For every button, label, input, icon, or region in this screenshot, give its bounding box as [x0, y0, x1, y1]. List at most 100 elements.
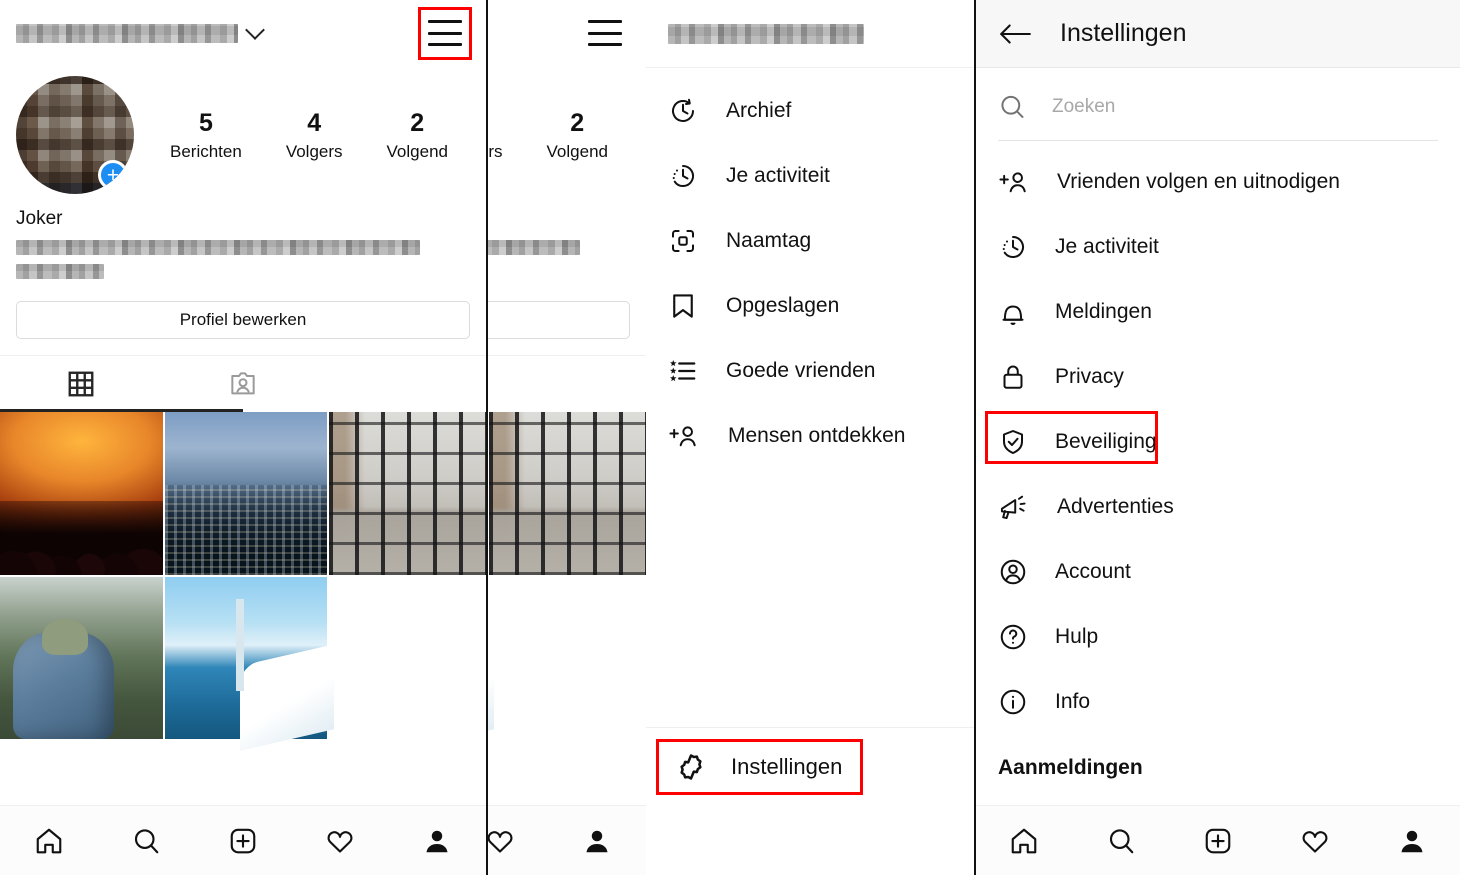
menu-item-opgeslagen[interactable]: Opgeslagen	[646, 273, 974, 338]
stat-followers[interactable]: 4 Volgers	[286, 108, 343, 161]
menu-list: Archief Je activiteit Naamtag Opgeslagen…	[646, 68, 974, 468]
bio-line-redacted	[16, 240, 420, 255]
settings-item-beveiliging[interactable]: Beveiliging	[976, 409, 1460, 474]
profile-body-partial: + 5 Berichten 4 Volgers 2 Vol	[488, 66, 646, 339]
stat-posts-value: 5	[198, 109, 213, 138]
home-icon[interactable]	[32, 824, 66, 858]
profile-display-name: Joker	[488, 208, 630, 230]
close-friends-list-icon	[668, 356, 698, 386]
stat-followers-label: Volgers	[488, 141, 503, 161]
profile-person-icon[interactable]	[420, 824, 454, 858]
menu-item-mensen-ontdekken[interactable]: Mensen ontdekken	[646, 403, 974, 468]
nametag-icon	[668, 226, 698, 256]
settings-button[interactable]: Instellingen	[656, 738, 864, 795]
settings-item-label: Info	[1055, 689, 1091, 713]
heart-icon[interactable]	[323, 824, 357, 858]
grid-photo-office[interactable]	[489, 412, 646, 575]
tab-tagged[interactable]	[162, 356, 324, 412]
bottom-navigation-bar	[0, 805, 486, 875]
stat-following-value: 2	[570, 109, 585, 138]
settings-item-label: Je activiteit	[1055, 234, 1159, 258]
grid-photo-sailing[interactable]	[164, 576, 328, 740]
hamburger-menu-button[interactable]	[418, 6, 472, 60]
profile-summary-row: + 5 Berichten 4 Volgers 2 Volgend	[16, 66, 470, 194]
menu-item-naamtag[interactable]: Naamtag	[646, 208, 974, 273]
settings-search-row[interactable]: Zoeken	[976, 74, 1460, 140]
back-arrow-icon[interactable]	[998, 21, 1032, 47]
gear-icon	[675, 751, 707, 783]
add-post-icon[interactable]	[226, 824, 260, 858]
profile-summary-row-partial: + 5 Berichten 4 Volgers 2 Vol	[488, 66, 630, 194]
username-redacted	[16, 23, 238, 43]
stat-posts-label: Berichten	[170, 141, 242, 161]
menu-item-label: Naamtag	[726, 228, 812, 252]
instagram-profile-panel: + 5 Berichten 4 Volgers 2 Volgend Joker …	[0, 0, 486, 875]
bio-line-redacted	[488, 240, 580, 255]
discover-people-icon	[668, 421, 700, 451]
settings-item-vrienden-volgen[interactable]: Vrienden volgen en uitnodigen	[976, 149, 1460, 214]
home-icon[interactable]	[1007, 824, 1041, 858]
stat-followers-label: Volgers	[285, 141, 343, 161]
edit-profile-button-partial[interactable]: Profiel bewerken	[488, 301, 630, 339]
search-icon	[998, 93, 1026, 121]
settings-item-label: Advertenties	[1057, 494, 1174, 518]
grid-photo-city[interactable]	[164, 412, 328, 575]
menu-header-username-redacted	[668, 23, 864, 44]
heart-icon[interactable]	[1298, 824, 1332, 858]
search-icon[interactable]	[1104, 824, 1138, 858]
settings-section-aanmeldingen: Aanmeldingen	[998, 756, 1143, 779]
heart-icon[interactable]	[488, 824, 517, 858]
avatar[interactable]: +	[16, 76, 134, 194]
stat-following-label: Volgend	[546, 141, 608, 161]
search-icon[interactable]	[129, 824, 163, 858]
profile-display-name: Joker	[16, 208, 63, 229]
hamburger-icon	[428, 20, 462, 46]
settings-item-label: Privacy	[1055, 364, 1124, 388]
settings-item-info[interactable]: Info	[976, 669, 1460, 734]
grid-icon	[66, 369, 96, 399]
menu-item-archief[interactable]: Archief	[646, 78, 974, 143]
bookmark-icon	[668, 291, 698, 321]
photo-grid-partial	[488, 412, 646, 739]
activity-clock-icon	[998, 232, 1028, 262]
username-dropdown[interactable]	[16, 19, 265, 43]
edit-profile-button[interactable]: Profiel bewerken	[16, 301, 470, 339]
screenshot-stage: + 5 Berichten 4 Volgers 2 Volgend Joker …	[0, 0, 1460, 875]
settings-item-advertenties[interactable]: Advertenties	[976, 474, 1460, 539]
bottom-navigation-bar-partial	[488, 805, 646, 875]
menu-item-goede-vrienden[interactable]: Goede vrienden	[646, 338, 974, 403]
grid-photo-hiker[interactable]	[0, 576, 163, 740]
question-circle-icon	[998, 622, 1028, 652]
menu-item-je-activiteit[interactable]: Je activiteit	[646, 143, 974, 208]
profile-person-icon[interactable]	[580, 824, 614, 858]
stat-following-partial[interactable]: 2 Volgend	[547, 108, 608, 161]
add-story-badge-icon[interactable]: +	[98, 160, 128, 190]
shield-check-icon	[998, 427, 1028, 457]
stat-following[interactable]: 2 Volgend	[387, 108, 448, 161]
account-circle-icon	[998, 557, 1028, 587]
settings-item-je-activiteit[interactable]: Je activiteit	[976, 214, 1460, 279]
stat-following-label: Volgend	[386, 141, 448, 161]
add-post-icon[interactable]	[1201, 824, 1235, 858]
settings-item-privacy[interactable]: Privacy	[976, 344, 1460, 409]
grid-photo-office[interactable]	[329, 412, 486, 575]
profile-person-icon[interactable]	[1395, 824, 1429, 858]
settings-item-account[interactable]: Account	[976, 539, 1460, 604]
stat-posts[interactable]: 5 Berichten	[170, 108, 242, 161]
profile-tabs-partial	[488, 355, 646, 412]
settings-item-label: Meldingen	[1055, 299, 1152, 323]
settings-item-hulp[interactable]: Hulp	[976, 604, 1460, 669]
photo-grid	[0, 412, 486, 740]
menu-item-label: Mensen ontdekken	[728, 423, 906, 447]
profile-bio-partial: Joker	[488, 208, 630, 279]
tab-grid[interactable]	[0, 356, 162, 412]
search-input[interactable]: Zoeken	[1052, 96, 1115, 118]
hamburger-menu-button-partial[interactable]	[578, 7, 632, 60]
menu-header	[646, 0, 974, 68]
bottom-navigation-bar-settings	[976, 805, 1460, 875]
grid-photo-concert[interactable]	[0, 412, 163, 575]
stat-followers-partial[interactable]: 4 Volgers	[488, 108, 503, 161]
settings-panel: Instellingen Zoeken Vrienden volgen en u…	[976, 0, 1460, 875]
settings-item-meldingen[interactable]: Meldingen	[976, 279, 1460, 344]
stat-following-value: 2	[410, 109, 425, 138]
